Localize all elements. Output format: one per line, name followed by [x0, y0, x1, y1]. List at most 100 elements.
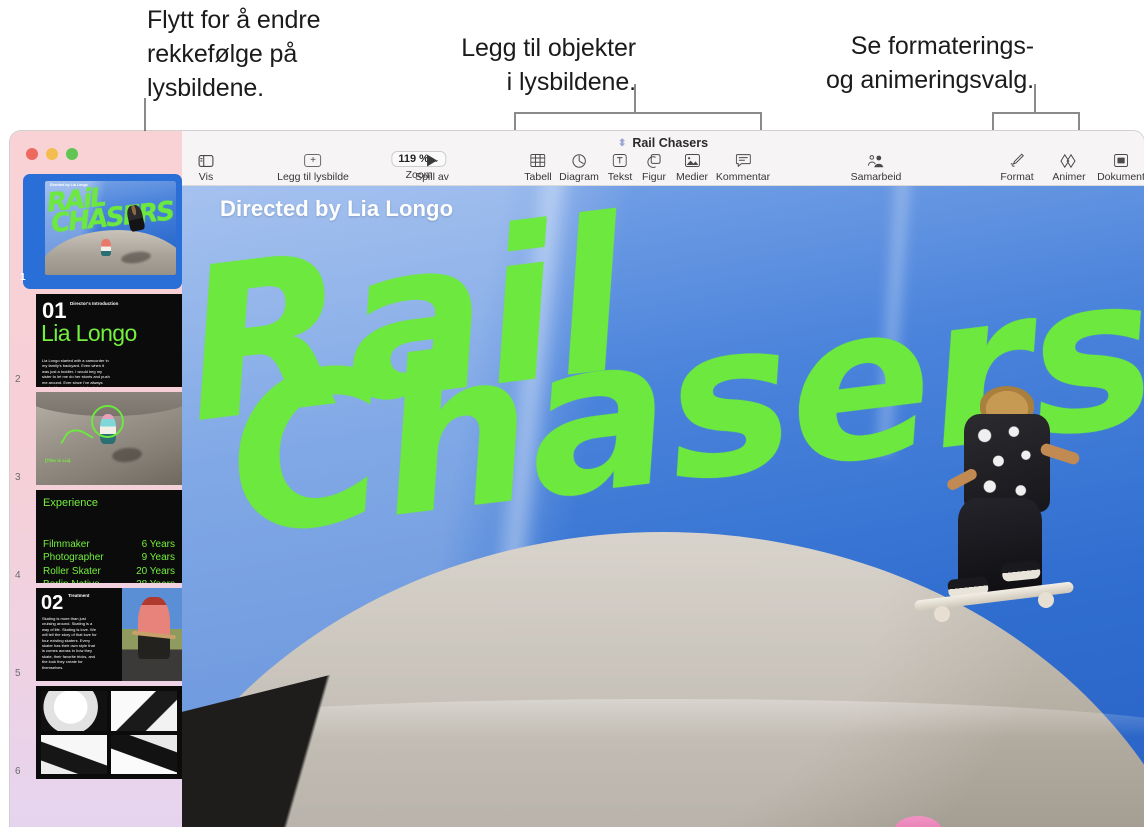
experience-label: Berlin Native [43, 578, 100, 583]
minimize-button[interactable] [46, 148, 58, 160]
leader-bracket-left-format-animate [992, 112, 994, 130]
experience-rows: Filmmaker 6 Years Photographer 9 Years R… [43, 538, 175, 583]
toolbar-label-figur: Figur [642, 171, 666, 183]
leader-bracket-right-format-animate [1078, 112, 1080, 130]
slide-1-selection[interactable]: RAiL CHASERS Directed by Lia Longo [23, 174, 182, 289]
slide-6-preview [36, 686, 182, 779]
slide-thumbnail-1[interactable]: RAiL CHASERS Directed by Lia Longo 1 [10, 174, 182, 289]
toolbar-label-medier: Medier [675, 171, 709, 183]
slide-5-preview: 02 Treatment Skating is more than just c… [36, 588, 182, 681]
slide-thumbnail-list[interactable]: RAiLCHASERS Directed by Lia Longo 1 01 [10, 174, 182, 827]
close-button[interactable] [26, 148, 38, 160]
toolbar-label-diagram: Diagram [559, 171, 599, 183]
toolbar-button-diagram[interactable]: Diagram [559, 153, 599, 183]
slide-number-5: 5 [15, 668, 21, 679]
slide-number-3: 3 [15, 472, 21, 483]
slide-canvas[interactable]: Rail Chasers Directed by Lia Longo [182, 186, 1144, 827]
slide-thumbnail-3[interactable]: (This is Lia) 3 [10, 392, 182, 485]
leader-bracket-add-objects [514, 112, 762, 114]
window-traffic-lights[interactable] [26, 148, 78, 160]
slide-2-preview: 01 Director's Introduction Lia Longo Lia… [36, 294, 182, 387]
pink-helmet [894, 816, 942, 827]
collaborate-icon [867, 153, 885, 168]
toolbar-button-format[interactable]: Format [1000, 153, 1034, 183]
skateboard-wheel-back [1038, 592, 1054, 608]
slide-title-text[interactable]: Directed by Lia Longo [220, 196, 453, 222]
toolbar-label-samarbeid: Samarbeid [850, 171, 902, 183]
experience-label: Roller Skater [43, 565, 101, 577]
toolbar-label-format: Format [1000, 171, 1034, 183]
toolbar-button-tekst[interactable]: Tekst [607, 153, 633, 183]
toolbar-button-vis[interactable]: Vis [198, 153, 214, 183]
slide-number-1: 1 [20, 272, 26, 283]
slide-2-body: Lia Longo started with a camcorder in my… [42, 358, 110, 387]
slide-thumbnail-5[interactable]: 02 Treatment Skating is more than just c… [10, 588, 182, 681]
sidebar-icon [198, 153, 214, 168]
skater-figure-2 [101, 239, 112, 257]
experience-row: Roller Skater 20 Years [43, 565, 175, 578]
slide-number-4: 4 [15, 570, 21, 581]
slide-thumbnail-6[interactable]: 6 [10, 686, 182, 779]
experience-row: Berlin Native 28 Years [43, 578, 175, 583]
table-icon [530, 153, 546, 168]
leader-stem-format-animate [1034, 84, 1036, 114]
shape-icon [647, 153, 662, 168]
slide-4-heading: Experience [43, 497, 99, 509]
slide-5-photo-subject [138, 597, 170, 659]
storyboard-panel [111, 734, 177, 774]
media-icon [684, 153, 700, 168]
toolbar-button-kommentar[interactable]: Kommentar [716, 153, 770, 183]
toolbar-button-samarbeid[interactable]: Samarbeid [850, 153, 902, 183]
slide-2-number-big: 01 [42, 298, 67, 323]
experience-label: Photographer [43, 552, 104, 564]
slide-number-6: 6 [15, 766, 21, 777]
document-icon [1113, 153, 1128, 168]
leader-stem-add-objects [634, 84, 636, 114]
toolbar-button-dokument[interactable]: Dokument [1097, 153, 1144, 183]
document-title-bar[interactable]: ⬍ Rail Chasers [618, 136, 708, 150]
toolbar-button-spill-av[interactable]: Spill av [415, 153, 449, 183]
slide-2-eyebrow: Director's Introduction [70, 301, 119, 306]
experience-value: 6 Years [141, 539, 175, 550]
document-title: Rail Chasers [632, 136, 709, 150]
add-slide-icon: + [304, 153, 322, 168]
toolbar-button-tabell[interactable]: Tabell [524, 153, 552, 183]
animate-icon [1060, 153, 1078, 168]
slide-5-eyebrow: Treatment [68, 593, 90, 598]
toolbar-label-vis: Vis [198, 171, 214, 183]
toolbar-label-dokument: Dokument [1097, 171, 1144, 183]
skater-in-air [913, 386, 1081, 636]
toolbar-label-tabell: Tabell [524, 171, 552, 183]
slide-thumbnail-2[interactable]: 01 Director's Introduction Lia Longo Lia… [10, 294, 182, 387]
chart-icon [572, 153, 586, 168]
toolbar-button-medier[interactable]: Medier [676, 153, 708, 183]
slide-3-preview: (This is Lia) [36, 392, 182, 485]
storyboard-panel [41, 691, 107, 731]
skateboard-wheel-front [934, 606, 950, 622]
zoom-button[interactable] [66, 148, 78, 160]
slide-navigator-sidebar[interactable]: RAiLCHASERS Directed by Lia Longo 1 01 [10, 131, 182, 827]
experience-value: 20 Years [136, 565, 175, 577]
slide-5-body: Skating is more than just cruising aroun… [42, 616, 97, 670]
storyboard-panel [41, 734, 107, 774]
toolbar-label-legg-til-lysbilde: Legg til lysbilde [277, 171, 349, 183]
callout-format-animate: Se formaterings- og animeringsvalg. [825, 32, 1034, 94]
comment-icon [735, 153, 751, 168]
leader-bracket-format-animate [992, 112, 1080, 114]
toolbar-button-legg-til-lysbilde[interactable]: + Legg til lysbilde [277, 153, 349, 183]
screenshot-root: Flytt for å endre rekkefølge på lysbilde… [0, 0, 1144, 827]
slide-1-preview: RAiL CHASERS Directed by Lia Longo [45, 181, 176, 275]
text-icon [612, 153, 627, 168]
slide-1-small-title: Directed by Lia Longo [50, 183, 88, 187]
experience-label: Filmmaker [43, 539, 90, 550]
callout-add-objects: Legg til objekter i lysbildene. [461, 34, 636, 96]
seated-roller-skater [822, 816, 992, 827]
toolbar-label-tekst: Tekst [607, 171, 633, 183]
toolbar-button-animer[interactable]: Animer [1052, 153, 1086, 183]
storyboard-grid [41, 691, 177, 774]
slide-thumbnail-4[interactable]: Experience Filmmaker 6 Years Photographe… [10, 490, 182, 583]
app-toolbar[interactable]: ⬍ Rail Chasers Vis 119 % ⌄ Zoom + Legg t… [182, 131, 1144, 186]
toolbar-label-kommentar: Kommentar [715, 171, 771, 183]
toolbar-button-figur[interactable]: Figur [642, 153, 666, 183]
experience-row: Photographer 9 Years [43, 551, 175, 564]
